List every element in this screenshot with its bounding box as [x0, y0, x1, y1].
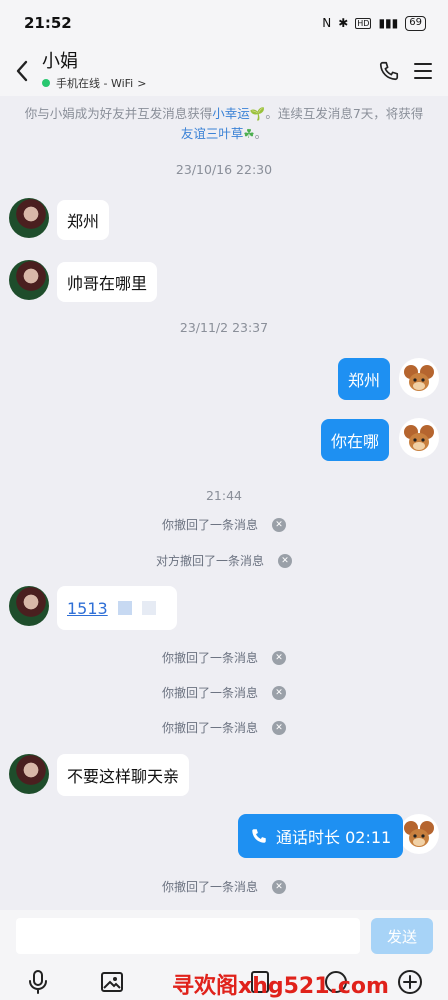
- phone-icon: [379, 61, 399, 81]
- message-bubble-out[interactable]: 郑州: [338, 358, 391, 400]
- recall-notice: 你撤回了一条消息 ✕: [0, 878, 448, 895]
- message-bubble-in[interactable]: 郑州: [57, 200, 110, 240]
- jerry-mouse-icon: [404, 365, 434, 391]
- bluetooth-icon: ✱: [338, 16, 349, 30]
- recall-text: 你撤回了一条消息: [161, 686, 258, 700]
- recall-notice: 对方撤回了一条消息 ✕: [0, 552, 448, 569]
- message-bubble-in[interactable]: 1513: [57, 586, 177, 630]
- presence-text: 手机在线 - WiFi: [56, 77, 134, 90]
- recall-notice: 你撤回了一条消息 ✕: [0, 719, 448, 736]
- notice-text-2: 。连续互发消息7天，将获得: [265, 106, 424, 121]
- back-arrow-icon: [16, 60, 28, 82]
- contact-name: 小娟: [42, 51, 78, 72]
- nfc-icon: N: [322, 16, 332, 30]
- message-input[interactable]: [16, 918, 360, 954]
- signal-icon: ▮▮▮: [378, 16, 399, 30]
- clover-link[interactable]: 友谊三叶草: [181, 126, 244, 141]
- close-icon[interactable]: ✕: [272, 517, 286, 532]
- timestamp: 23/11/2 23:37: [179, 320, 269, 335]
- input-bar: 发送 寻欢阁xhg521.com: [0, 910, 448, 1000]
- status-icons: N ✱ HD ▮▮▮ 69: [322, 15, 426, 31]
- voice-button[interactable]: [24, 968, 52, 996]
- menu-icon: [414, 63, 432, 79]
- message-bubble-in[interactable]: 不要这样聊天亲: [57, 754, 190, 796]
- menu-button[interactable]: [406, 51, 440, 91]
- plus-icon: [398, 970, 422, 994]
- clock: 21:52: [24, 14, 72, 32]
- close-icon[interactable]: ✕: [272, 685, 286, 700]
- chevron-right-icon: >: [137, 76, 147, 90]
- back-button[interactable]: [2, 46, 42, 96]
- redacted-block: [141, 601, 156, 615]
- jerry-mouse-icon: [404, 821, 434, 847]
- recall-notice: 你撤回了一条消息 ✕: [0, 684, 448, 701]
- contact-info[interactable]: 小娟 手机在线 - WiFi >: [42, 51, 372, 91]
- status-bar: 21:52 N ✱ HD ▮▮▮ 69: [0, 0, 448, 46]
- close-icon[interactable]: ✕: [278, 553, 292, 568]
- recall-text: 你撤回了一条消息: [161, 651, 258, 665]
- timestamp: 23/10/16 22:30: [175, 162, 273, 177]
- friendship-notice: 你与小娟成为好友并互发消息获得小幸运🌱。连续互发消息7天，将获得友谊三叶草☘。: [20, 104, 428, 144]
- contact-avatar[interactable]: [9, 198, 49, 238]
- jerry-mouse-icon: [404, 425, 434, 451]
- contact-avatar[interactable]: [9, 586, 49, 626]
- message-bubble-in[interactable]: 帅哥在哪里: [57, 262, 158, 302]
- online-dot-icon: [42, 79, 50, 87]
- recall-text: 你撤回了一条消息: [161, 721, 258, 735]
- hd-icon: HD: [355, 17, 372, 29]
- close-icon[interactable]: ✕: [272, 650, 286, 665]
- call-duration: 通话时长 02:11: [276, 828, 392, 847]
- image-button[interactable]: [98, 968, 126, 996]
- phone-icon: [252, 829, 266, 843]
- send-button[interactable]: 发送: [371, 918, 433, 954]
- contact-avatar[interactable]: [9, 754, 49, 794]
- notice-text-3: 。: [254, 126, 268, 141]
- recall-text: 你撤回了一条消息: [161, 880, 258, 894]
- sprout-icon: 🌱: [249, 106, 266, 121]
- image-icon: [101, 972, 123, 992]
- battery-icon: 69: [405, 15, 426, 31]
- chat-header: 小娟 手机在线 - WiFi >: [0, 46, 448, 96]
- redacted-block: [117, 601, 132, 615]
- notice-text: 你与小娟成为好友并互发消息获得: [24, 106, 213, 121]
- recall-notice: 你撤回了一条消息 ✕: [0, 649, 448, 666]
- message-bubble-out[interactable]: 你在哪: [321, 419, 390, 461]
- call-button[interactable]: [372, 51, 406, 91]
- my-avatar[interactable]: [399, 814, 439, 854]
- clover-icon: ☘: [243, 126, 255, 141]
- message-list[interactable]: 你与小娟成为好友并互发消息获得小幸运🌱。连续互发消息7天，将获得友谊三叶草☘。 …: [0, 96, 448, 910]
- my-avatar[interactable]: [399, 418, 439, 458]
- recall-text: 对方撤回了一条消息: [155, 554, 264, 568]
- recall-text: 你撤回了一条消息: [161, 518, 258, 532]
- phone-number-link[interactable]: 1513: [67, 599, 108, 618]
- presence-status: 手机在线 - WiFi >: [42, 75, 372, 91]
- lucky-link[interactable]: 小幸运: [212, 106, 250, 121]
- close-icon[interactable]: ✕: [272, 720, 286, 735]
- more-button[interactable]: [396, 968, 424, 996]
- contact-avatar[interactable]: [9, 260, 49, 300]
- timestamp: 21:44: [205, 488, 243, 503]
- close-icon[interactable]: ✕: [272, 879, 286, 894]
- recall-notice: 你撤回了一条消息 ✕: [0, 516, 448, 533]
- toolbar: 寻欢阁xhg521.com: [0, 964, 448, 1000]
- watermark: 寻欢阁xhg521.com: [172, 974, 389, 999]
- call-record-bubble[interactable]: 通话时长 02:11: [238, 814, 404, 858]
- microphone-icon: [29, 970, 47, 994]
- my-avatar[interactable]: [399, 358, 439, 398]
